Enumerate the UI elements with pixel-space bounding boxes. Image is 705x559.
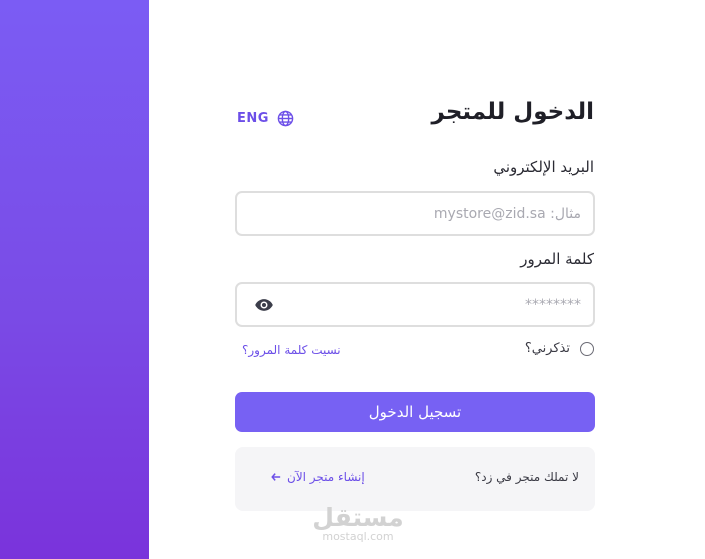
page-title: الدخول للمتجر: [431, 99, 594, 125]
remember-me: تذكرني؟: [525, 341, 594, 356]
remember-label: تذكرني؟: [524, 341, 570, 356]
signup-box: لا تملك متجر في زد؟ إنشاء متجر الآن: [235, 447, 595, 511]
create-store-link[interactable]: إنشاء متجر الآن: [271, 470, 365, 484]
login-panel: الدخول للمتجر ENG البريد الإلكتروني كلمة…: [149, 0, 705, 559]
language-toggle[interactable]: ENG: [237, 110, 294, 127]
language-toggle-label: ENG: [237, 111, 269, 126]
watermark-latin: mostaql.com: [322, 530, 394, 543]
globe-icon: [277, 110, 294, 127]
create-store-label: إنشاء متجر الآن: [287, 470, 365, 484]
password-label: كلمة المرور: [520, 250, 594, 268]
login-button[interactable]: تسجيل الدخول: [235, 392, 595, 432]
brand-sidebar: [0, 0, 149, 559]
arrow-left-icon: [271, 472, 281, 482]
email-input[interactable]: [237, 193, 593, 234]
no-store-text: لا تملك متجر في زد؟: [474, 470, 579, 484]
email-field-wrapper: [235, 191, 595, 236]
password-input[interactable]: [237, 284, 593, 325]
remember-checkbox[interactable]: [580, 341, 594, 356]
password-field-wrapper: [235, 282, 595, 327]
eye-icon[interactable]: [253, 295, 275, 315]
email-label: البريد الإلكتروني: [493, 158, 594, 176]
forgot-password-link[interactable]: نسيت كلمة المرور؟: [242, 343, 341, 357]
